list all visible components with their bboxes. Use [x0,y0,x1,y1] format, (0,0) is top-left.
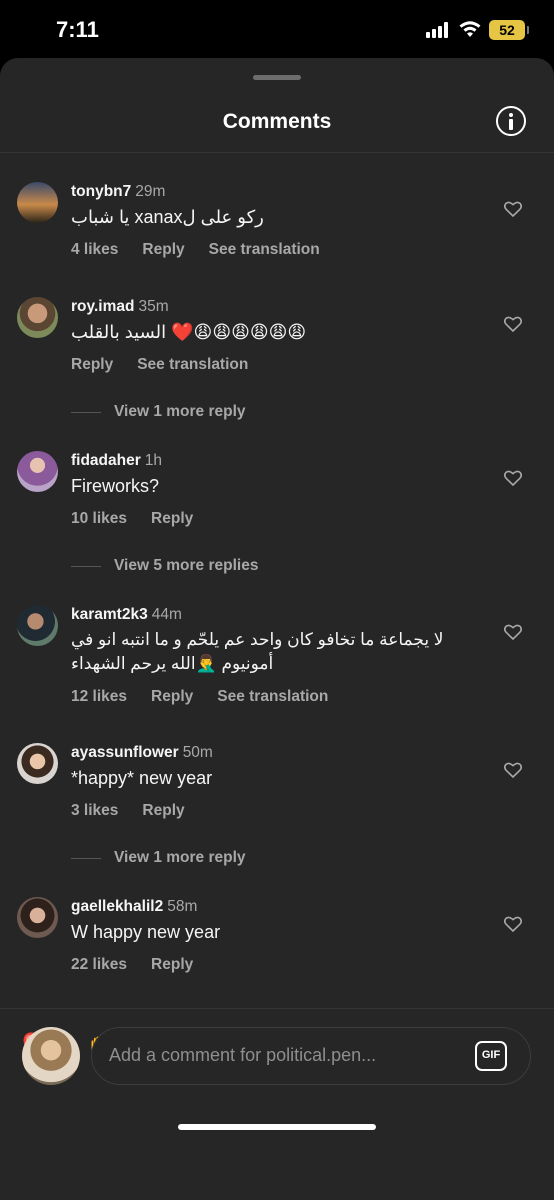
view-more-label: View 1 more reply [114,849,246,866]
sheet-title: Comments [222,110,332,133]
current-user-avatar[interactable] [22,1027,80,1085]
comment-time: 58m [167,898,198,915]
battery-indicator: 52 [489,20,529,40]
wifi-icon [459,21,481,37]
signal-icon [426,22,450,38]
likes-count[interactable]: 3 likes [71,802,118,820]
status-time: 7:11 [56,17,99,42]
comment-username[interactable]: roy.imad [71,298,134,315]
comment-username[interactable]: fidadaher [71,452,141,469]
info-icon[interactable] [496,106,526,136]
comment-time: 35m [138,298,169,315]
likes-count[interactable]: 4 likes [71,241,118,259]
status-bar: 7:11 52 [0,0,554,60]
comment-text: ركو على لxanax يا شباب [71,207,264,227]
heart-icon[interactable] [504,624,522,640]
comment-username[interactable]: tonybn7 [71,183,131,200]
heart-icon[interactable] [504,316,522,332]
heart-icon[interactable] [504,201,522,217]
see-translation-button[interactable]: See translation [137,356,248,374]
comment-time: 44m [151,606,182,623]
comment-text: *happy* new year [71,768,213,788]
reply-button[interactable]: Reply [71,356,113,374]
comment-username[interactable]: gaellekhalil2 [71,898,163,915]
sheet-grabber[interactable] [253,75,301,80]
heart-icon[interactable] [504,470,522,486]
likes-count[interactable]: 10 likes [71,510,127,528]
reply-button[interactable]: Reply [151,956,193,974]
see-translation-button[interactable]: See translation [217,688,328,706]
likes-count[interactable]: 12 likes [71,688,127,706]
comment-text: W happy new year [71,922,221,942]
comment-text: 😩😩😩😩😩😩❤️ السيد بالقلب [71,322,307,342]
view-more-replies[interactable]: View 1 more reply [71,849,246,867]
avatar[interactable] [17,297,58,338]
comment-time: 1h [144,452,163,469]
view-more-replies[interactable]: View 5 more replies [71,557,258,575]
home-indicator [178,1124,376,1130]
avatar[interactable] [17,605,58,646]
comment-input[interactable]: Add a comment for political.pen... GIF [91,1027,531,1085]
gif-button[interactable]: GIF [475,1041,507,1071]
see-translation-button[interactable]: See translation [209,241,320,259]
view-more-label: View 5 more replies [114,557,259,574]
heart-icon[interactable] [504,762,522,778]
header-divider [0,152,554,153]
comment-time: 29m [135,183,166,200]
comment-placeholder: Add a comment for political.pen... [109,1045,377,1065]
avatar[interactable] [17,743,58,784]
heart-icon[interactable] [504,916,522,932]
reply-button[interactable]: Reply [151,688,193,706]
likes-count[interactable]: 22 likes [71,956,127,974]
reply-button[interactable]: Reply [151,510,193,528]
reply-button[interactable]: Reply [142,241,184,259]
comment-text-line2: أمونيوم 🤦‍♂️الله يرحم الشهداء [71,654,274,673]
comment-text-line1: لا يجماعة ما تخافو كان واحد عم يلحّم و م… [71,630,444,649]
avatar[interactable] [17,451,58,492]
comment-time: 50m [182,744,213,761]
view-more-label: View 1 more reply [114,403,246,420]
comment-username[interactable]: karamt2k3 [71,606,148,623]
avatar[interactable] [17,897,58,938]
reply-button[interactable]: Reply [142,802,184,820]
view-more-replies[interactable]: View 1 more reply [71,403,246,421]
avatar[interactable] [17,182,58,223]
comment-text: Fireworks? [71,476,160,496]
comment-username[interactable]: ayassunflower [71,744,179,761]
